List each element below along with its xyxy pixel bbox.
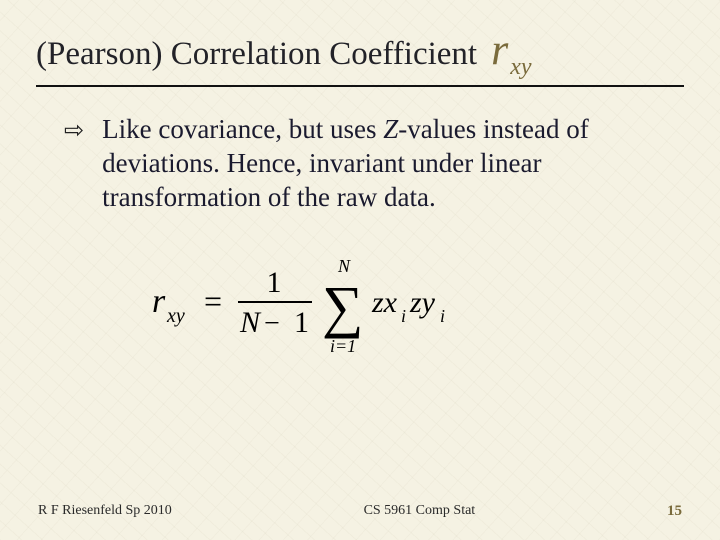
page-number: 15	[667, 503, 682, 520]
svg-text:xy: xy	[166, 305, 185, 327]
svg-text:1: 1	[294, 306, 309, 339]
svg-text:∑: ∑	[322, 274, 363, 339]
svg-text:r: r	[152, 283, 166, 320]
svg-text:zx: zx	[371, 286, 398, 319]
bullet-arrow-icon: ⇨	[64, 116, 84, 214]
svg-text:N: N	[239, 306, 262, 339]
title-symbol: rxy	[491, 28, 531, 79]
slide-title: (Pearson) Correlation Coefficient	[36, 36, 477, 73]
svg-text:i=1: i=1	[330, 336, 356, 356]
svg-text:1: 1	[267, 266, 282, 299]
svg-text:i: i	[440, 306, 445, 326]
footer-center: CS 5961 Comp Stat	[364, 503, 476, 520]
svg-text:N: N	[337, 256, 351, 276]
bullet-text: Like covariance, but uses Z-values inste…	[102, 113, 684, 214]
svg-text:=: =	[204, 283, 222, 319]
svg-text:zy: zy	[409, 286, 436, 319]
formula: r xy = 1 N − 1 ∑ N i=1 zx i zy i	[152, 250, 684, 360]
footer-left: R F Riesenfeld Sp 2010	[38, 503, 172, 520]
body: ⇨ Like covariance, but uses Z-values ins…	[36, 113, 684, 360]
slide: (Pearson) Correlation Coefficient rxy ⇨ …	[0, 0, 720, 540]
svg-text:−: −	[264, 308, 280, 339]
title-row: (Pearson) Correlation Coefficient rxy	[36, 28, 684, 87]
formula-svg: r xy = 1 N − 1 ∑ N i=1 zx i zy i	[152, 250, 492, 360]
footer: R F Riesenfeld Sp 2010 CS 5961 Comp Stat…	[0, 503, 720, 520]
svg-text:i: i	[401, 306, 406, 326]
bullet-item: ⇨ Like covariance, but uses Z-values ins…	[64, 113, 684, 214]
